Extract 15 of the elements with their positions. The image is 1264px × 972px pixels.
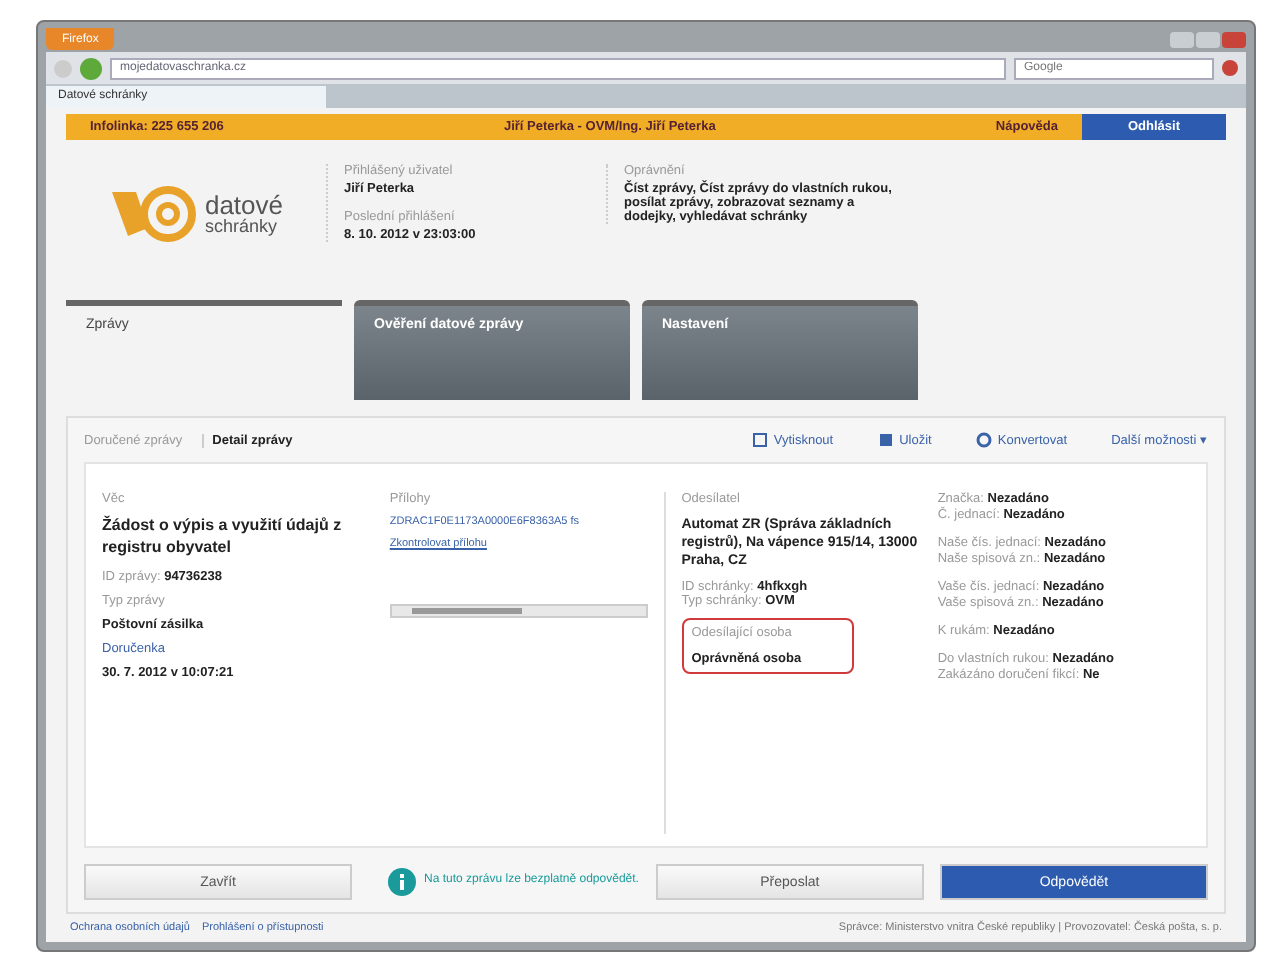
addon-icon bbox=[1222, 60, 1238, 76]
message-subject: Žádost o výpis a využití údajů z registru obyvatel bbox=[102, 516, 344, 560]
back-button[interactable] bbox=[54, 59, 72, 77]
horizontal-scrollbar[interactable] bbox=[389, 604, 648, 618]
circle-icon bbox=[975, 432, 992, 448]
forward-button[interactable] bbox=[80, 57, 102, 79]
close-button[interactable] bbox=[1222, 31, 1246, 47]
document-icon bbox=[751, 432, 768, 448]
logo-word: datové bbox=[204, 192, 284, 218]
maximize-button[interactable] bbox=[1196, 31, 1220, 47]
scrollbar-thumb[interactable] bbox=[411, 608, 523, 614]
logo-word: schránky bbox=[204, 218, 279, 236]
minimize-button[interactable] bbox=[1170, 31, 1194, 47]
info-icon bbox=[388, 868, 417, 896]
at-sign-logo-icon bbox=[108, 184, 201, 244]
